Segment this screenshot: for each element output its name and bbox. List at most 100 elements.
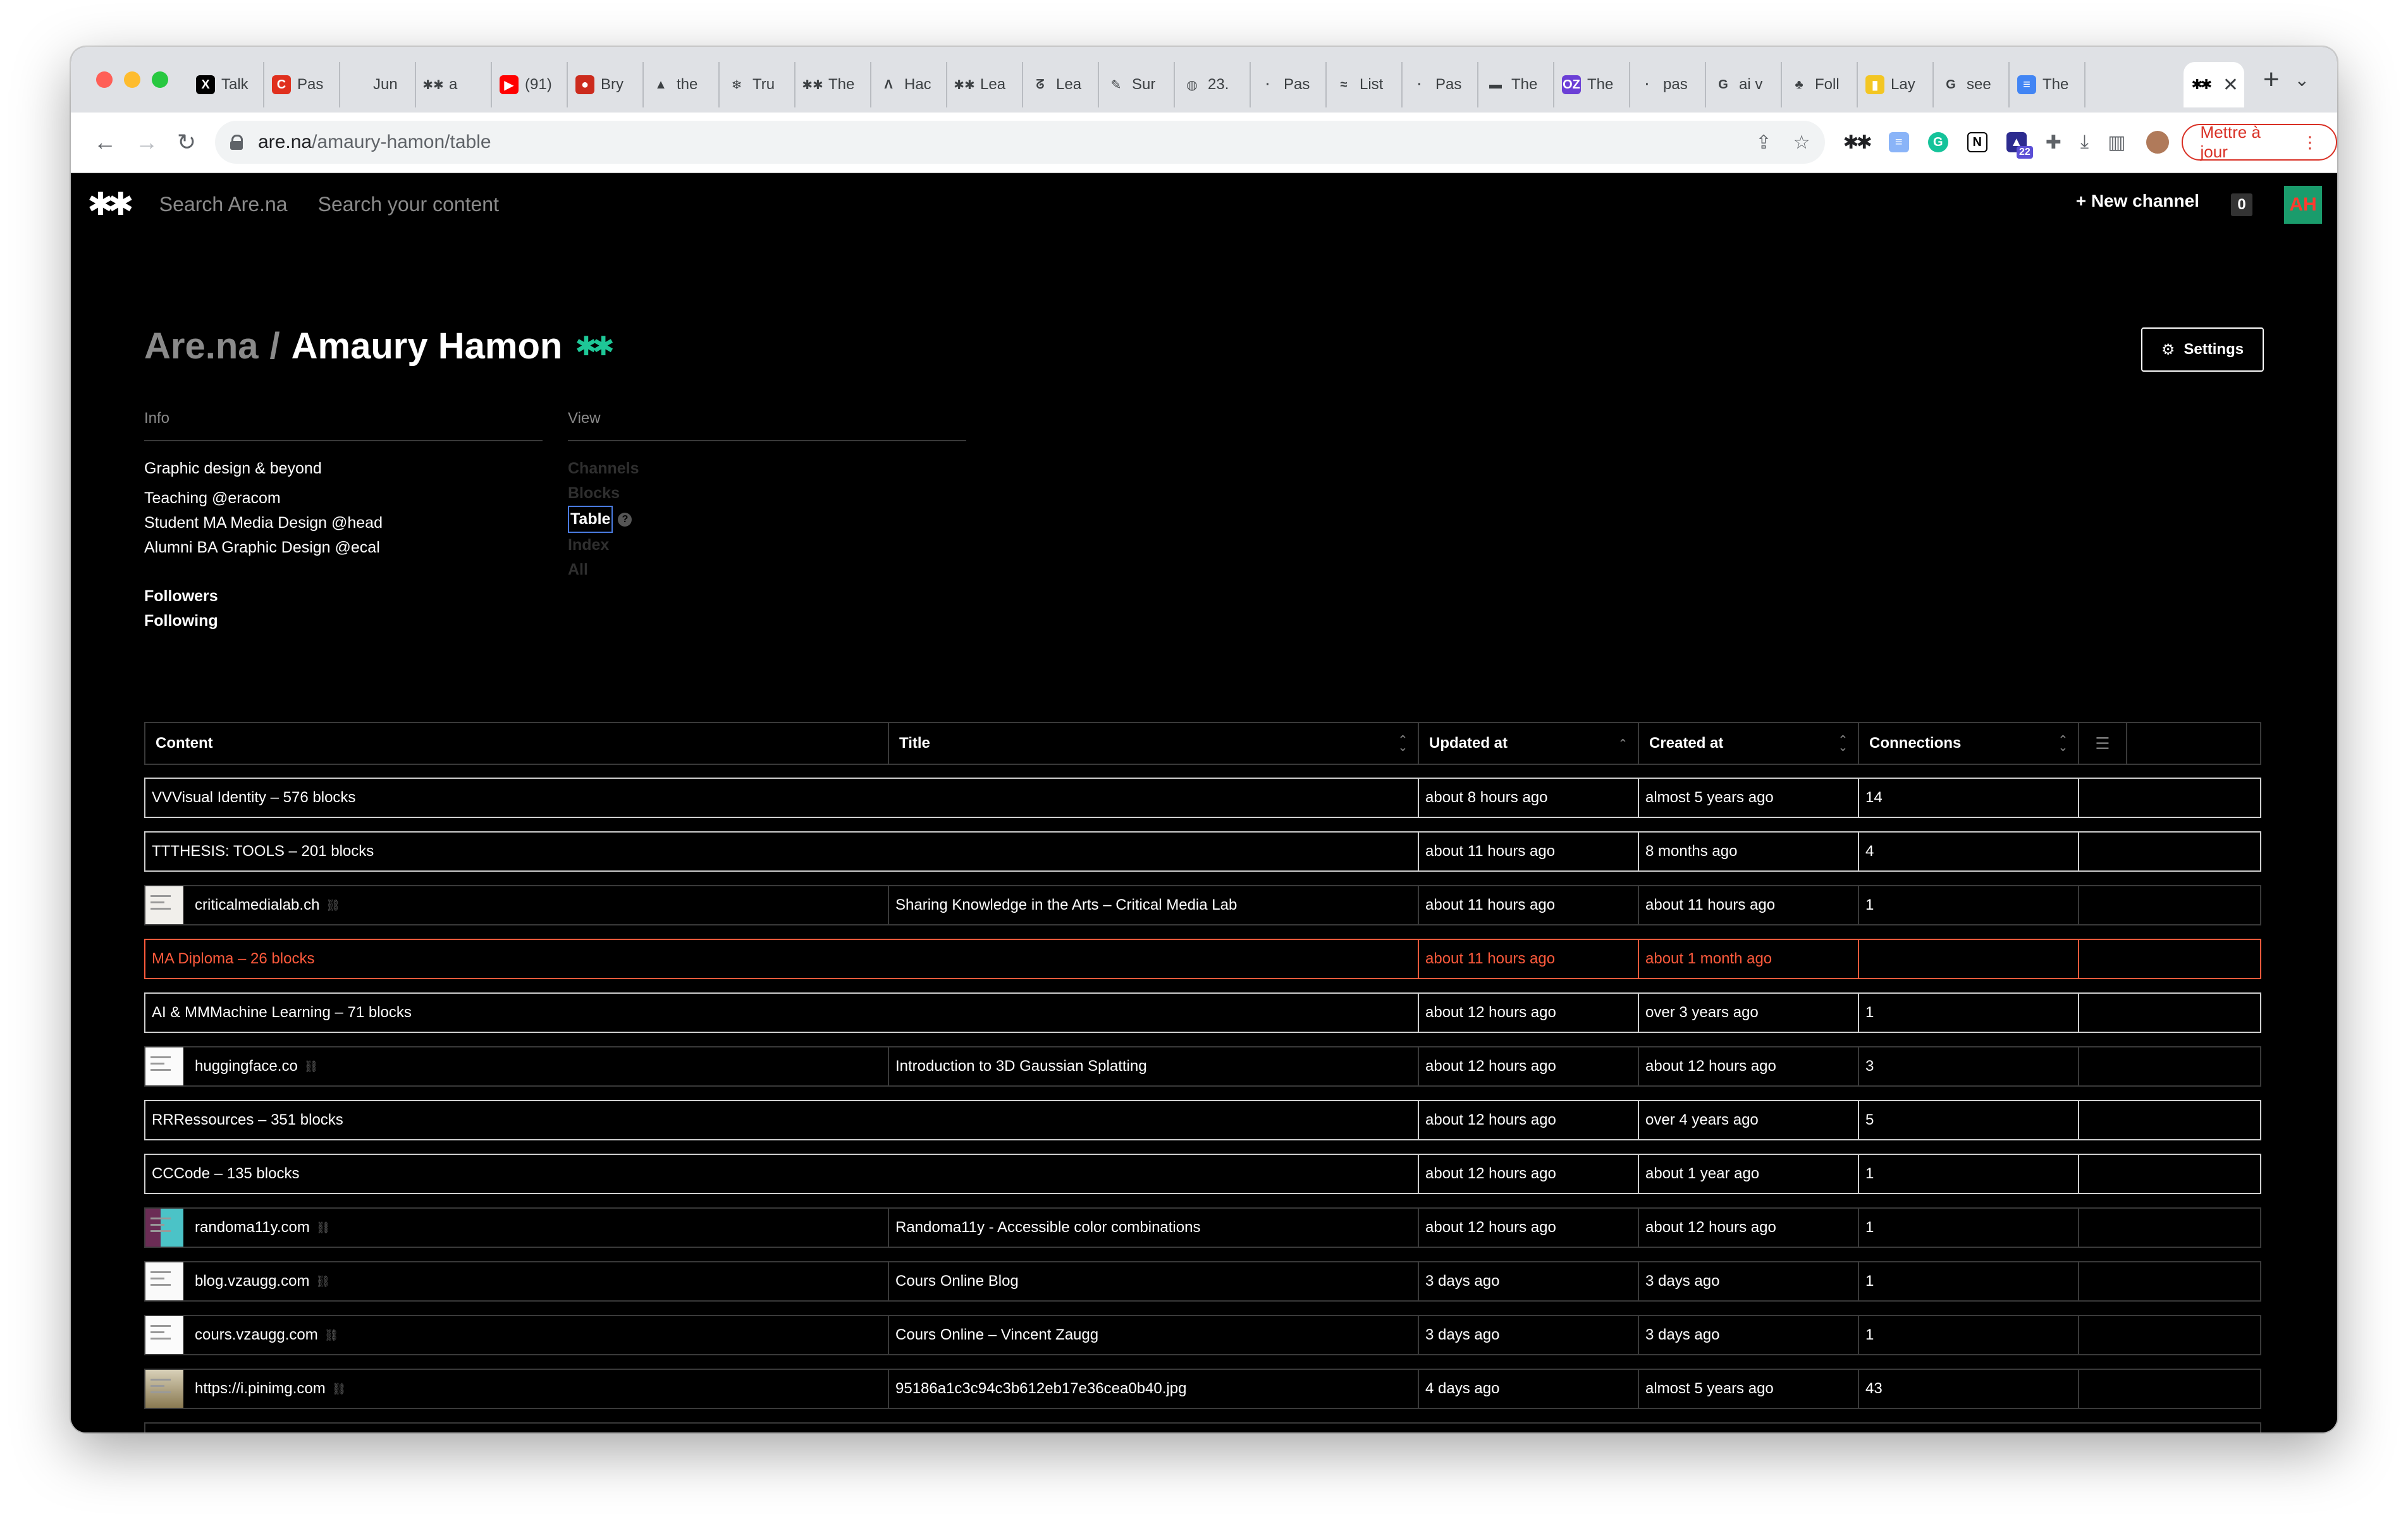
table-row[interactable]: CCCode – 135 blocks about 12 hours ago abo… <box>144 1154 2261 1194</box>
browser-tab[interactable]: ✎ Sur <box>1099 62 1175 107</box>
search-arena-input[interactable]: Search Are.na <box>159 193 288 216</box>
sort-icon[interactable]: ⌃ ⌄ <box>1398 734 1408 753</box>
puzzle-extensions-icon[interactable]: ✚ <box>2046 131 2061 154</box>
notification-count[interactable]: 0 <box>2231 193 2252 216</box>
table-row[interactable]: huggingface.co ⛓ Introduction to 3D Gaussi… <box>144 1046 2261 1087</box>
breadcrumb-site[interactable]: Are.na <box>144 325 259 367</box>
table-row[interactable]: cours.vzaugg.com ⛓ Cours Online – Vincent … <box>144 1315 2261 1355</box>
sort-icon[interactable]: ⌃ ⌄ <box>2058 734 2068 753</box>
update-button[interactable]: Mettre à jour ⋮ <box>2181 123 2337 161</box>
graduation-extension-icon[interactable]: ▲ 22 <box>2006 132 2033 159</box>
link-icon: ⛓ <box>331 1382 347 1395</box>
table-row[interactable]: randoma11y.com ⛓ Randoma11y - Accessible c… <box>144 1207 2261 1248</box>
close-window-button[interactable] <box>96 71 113 88</box>
table-row[interactable]: blog.vzaugg.com ⛓ Cours Online Blog 3 days … <box>144 1261 2261 1302</box>
tab-search-chevron-icon[interactable]: ⌄ <box>2295 70 2309 90</box>
following-link[interactable]: Following <box>144 609 543 633</box>
column-content[interactable]: Content <box>145 723 889 764</box>
table-row[interactable]: MA Diploma – 26 blocks about 11 hours ago… <box>144 939 2261 979</box>
browser-tab[interactable]: ≈ List <box>1327 62 1403 107</box>
browser-tab[interactable]: X Talk <box>188 62 264 107</box>
reload-button[interactable]: ↻ <box>177 129 196 156</box>
browser-tab[interactable]: Jun <box>340 62 416 107</box>
table-row[interactable]: https://i.pinimg.com ⛓ 95186a1c3c94c3b612e… <box>144 1369 2261 1409</box>
sort-ascending-icon[interactable]: ⌃ <box>1618 738 1628 749</box>
browser-tab[interactable]: · pas <box>1630 62 1706 107</box>
view-option-all[interactable]: All <box>568 558 966 582</box>
new-tab-button[interactable]: + <box>2263 64 2280 95</box>
browser-tab[interactable]: ✱✱ The <box>796 62 871 107</box>
address-bar[interactable]: are.na/amaury-hamon/table ⇪ ☆ <box>215 121 1826 164</box>
user-avatar[interactable]: AH <box>2284 186 2322 224</box>
settings-button[interactable]: ⚙ Settings <box>2141 327 2264 372</box>
view-option-table[interactable]: Table? <box>568 506 632 533</box>
browser-tab[interactable]: · Pas <box>1251 62 1327 107</box>
column-label: Title <box>899 735 930 752</box>
content-cell[interactable]: https://i.pinimg.com ⛓ <box>145 1370 889 1408</box>
search-content-input[interactable]: Search your content <box>318 193 499 216</box>
browser-tab[interactable]: OZ The <box>1554 62 1630 107</box>
content-cell[interactable]: cours.vzaugg.com ⛓ <box>145 1316 889 1354</box>
browser-tab[interactable]: Gsee <box>1934 62 2010 107</box>
notion-extension-icon[interactable]: N <box>1967 132 1987 152</box>
browser-tab[interactable]: ▲ the <box>644 62 720 107</box>
zoom-window-button[interactable] <box>152 71 168 88</box>
more-menu-icon[interactable]: ⋮ <box>2302 133 2318 152</box>
arena-logo-icon[interactable]: ✱✱ <box>87 186 134 223</box>
browser-tab[interactable]: ᘔ Lea <box>1023 62 1099 107</box>
filter-icon[interactable]: ☰ <box>2079 723 2127 764</box>
browser-tab[interactable]: ● Bry <box>568 62 644 107</box>
browser-tab[interactable]: Λ Hac <box>871 62 947 107</box>
browser-tab[interactable]: ▶ (91) <box>492 62 568 107</box>
browser-tab[interactable]: ♣ Foll <box>1782 62 1858 107</box>
browser-tab[interactable]: C Pas <box>264 62 340 107</box>
forward-button[interactable]: → <box>135 129 158 156</box>
help-icon[interactable]: ? <box>618 512 632 527</box>
table-row[interactable]: TTTHESIS: TOOLS – 201 blocks about 11 hou… <box>144 831 2261 872</box>
share-icon[interactable]: ⇪ <box>1755 131 1771 154</box>
new-channel-button[interactable]: + New channel <box>2076 191 2199 211</box>
column-connections[interactable]: Connections ⌃ ⌄ <box>1859 723 2079 764</box>
column-title[interactable]: Title ⌃ ⌄ <box>889 723 1419 764</box>
grammarly-extension-icon[interactable]: G <box>1927 132 1948 152</box>
browser-tab[interactable]: ▬ The <box>1478 62 1554 107</box>
content-table: Content Title ⌃ ⌄ Updated at ⌃ Created at ⌃ ⌄… <box>144 722 2261 1432</box>
followers-link[interactable]: Followers <box>144 584 543 609</box>
bookmark-star-icon[interactable]: ☆ <box>1793 131 1810 154</box>
table-header: Content Title ⌃ ⌄ Updated at ⌃ Created at ⌃ ⌄… <box>144 722 2261 765</box>
view-option-channels[interactable]: Channels <box>568 456 966 481</box>
profile-avatar[interactable] <box>2144 130 2170 155</box>
link-icon: ⛓ <box>324 1328 339 1341</box>
content-cell[interactable]: blog.vzaugg.com ⛓ <box>145 1262 889 1300</box>
stripe-icon: ▬ <box>1486 75 1505 94</box>
table-row[interactable]: AI & MMMachine Learning – 71 blocks about… <box>144 992 2261 1033</box>
sort-icon[interactable]: ⌃ ⌄ <box>1838 734 1848 753</box>
browser-tab[interactable]: Gai v <box>1706 62 1782 107</box>
content-cell[interactable]: randoma11y.com ⛓ <box>145 1209 889 1247</box>
minimize-window-button[interactable] <box>124 71 140 88</box>
browser-tab[interactable]: · Pas <box>1403 62 1478 107</box>
browser-tab[interactable]: ✱✱ Lea <box>947 62 1023 107</box>
view-option-index[interactable]: Index <box>568 533 966 558</box>
download-icon[interactable]: ⤓ <box>2080 131 2089 153</box>
tab-active[interactable]: ✱✱ ✕ <box>2183 62 2244 107</box>
table-row[interactable]: VVVisual Identity – 576 blocks about 8 ho… <box>144 778 2261 818</box>
back-button[interactable]: ← <box>94 129 116 156</box>
load-more-row[interactable]: ... <box>144 1422 2261 1432</box>
side-panel-icon[interactable]: ▥ <box>2108 131 2125 154</box>
browser-tab[interactable]: ❄ Tru <box>720 62 796 107</box>
browser-tab[interactable]: ≡ The <box>2010 62 2086 107</box>
table-row[interactable]: criticalmedialab.ch ⛓ Sharing Knowledge in… <box>144 885 2261 925</box>
browser-tab[interactable]: ▮ Lay <box>1858 62 1934 107</box>
content-cell[interactable]: criticalmedialab.ch ⛓ <box>145 886 889 924</box>
docs-extension-icon[interactable]: ≡ <box>1888 132 1909 152</box>
table-row[interactable]: RRRessources – 351 blocks about 12 hours … <box>144 1100 2261 1140</box>
column-created-at[interactable]: Created at ⌃ ⌄ <box>1639 723 1859 764</box>
browser-tab[interactable]: ✱✱ a <box>416 62 492 107</box>
content-cell[interactable]: huggingface.co ⛓ <box>145 1047 889 1085</box>
browser-tab[interactable]: ◍ 23. <box>1175 62 1251 107</box>
column-updated-at[interactable]: Updated at ⌃ <box>1419 723 1639 764</box>
close-tab-icon[interactable]: ✕ <box>2223 74 2239 96</box>
arena-extension-icon[interactable]: ✱✱ <box>1843 131 1872 154</box>
view-option-blocks[interactable]: Blocks <box>568 481 966 506</box>
